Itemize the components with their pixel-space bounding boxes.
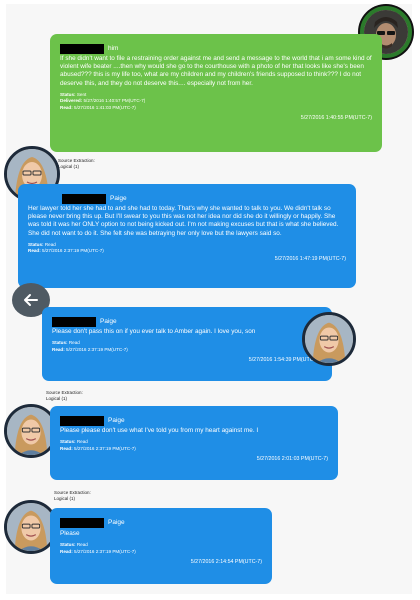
message-meta: Status: Read Read: 5/27/2016 2:37:19 PM(…: [60, 439, 136, 451]
contact-avatar-paige: [302, 312, 356, 366]
redacted-name: [60, 415, 104, 426]
sender-name: Paige: [100, 318, 117, 326]
message-timestamp: 5/27/2016 1:54:39 PM(UTC-7): [248, 357, 320, 364]
message-timestamp: 5/27/2016 2:14:54 PM(UTC-7): [190, 559, 262, 566]
message-header: Paige: [60, 412, 328, 426]
avatar-image: [305, 315, 353, 363]
message-bubble-3: Paige Please don't pass this on if you e…: [42, 307, 332, 381]
message-text: If she didn't want to file a restraining…: [60, 55, 372, 87]
redacted-name: [60, 517, 104, 528]
message-timestamp: 5/27/2016 2:01:03 PM(UTC-7): [256, 456, 328, 463]
message-text: Please don't pass this on if you ever ta…: [52, 328, 256, 335]
sender-name: Paige: [110, 195, 127, 203]
sender-name: Paige: [108, 417, 125, 425]
message-header: him: [60, 40, 372, 54]
message-timestamp: 5/27/2016 1:40:55 PM(UTC-7): [300, 115, 372, 122]
source-extraction-label: Source Extraction: Logical (1): [54, 490, 91, 501]
message-text: Her lawyer told her she had to and she h…: [28, 205, 339, 237]
message-text: Please: [60, 530, 80, 537]
redacted-name: [62, 193, 106, 204]
message-header: Paige: [60, 514, 262, 528]
avatar-image: [7, 407, 55, 455]
message-meta: Status: Read Read: 5/27/2016 2:37:19 PM(…: [52, 340, 128, 352]
message-timestamp: 5/27/2016 1:47:19 PM(UTC-7): [274, 255, 346, 262]
message-bubble-5: Paige Please Status: Read Read: 5/27/201…: [50, 508, 272, 584]
redacted-name: [60, 43, 104, 54]
message-bubble-2: Paige Her lawyer told her she had to and…: [18, 184, 356, 288]
avatar-image: [7, 503, 55, 551]
message-header: Paige: [52, 313, 322, 327]
arrow-left-icon: [24, 294, 38, 306]
message-meta: Status: Read Read: 5/27/2016 2:37:19 PM(…: [28, 241, 104, 254]
sender-name: Paige: [108, 519, 125, 527]
sender-name: him: [108, 45, 119, 53]
source-extraction-label: Source Extraction: Logical (1): [46, 390, 83, 401]
redacted-name: [52, 316, 96, 327]
message-header: Paige: [62, 190, 346, 204]
message-text: Please please don't use what I've told y…: [60, 427, 259, 434]
message-meta: Status: Sent Delivered: 5/27/2016 1:40:5…: [60, 91, 146, 110]
message-bubble-1: him If she didn't want to file a restrai…: [50, 34, 382, 152]
page-bottom-edge: [0, 594, 420, 600]
message-bubble-4: Paige Please please don't use what I've …: [50, 406, 338, 480]
source-extraction-label: Source Extraction: Logical (1): [58, 158, 95, 169]
message-meta: Status: Read Read: 5/27/2016 2:37:19 PM(…: [60, 542, 136, 554]
